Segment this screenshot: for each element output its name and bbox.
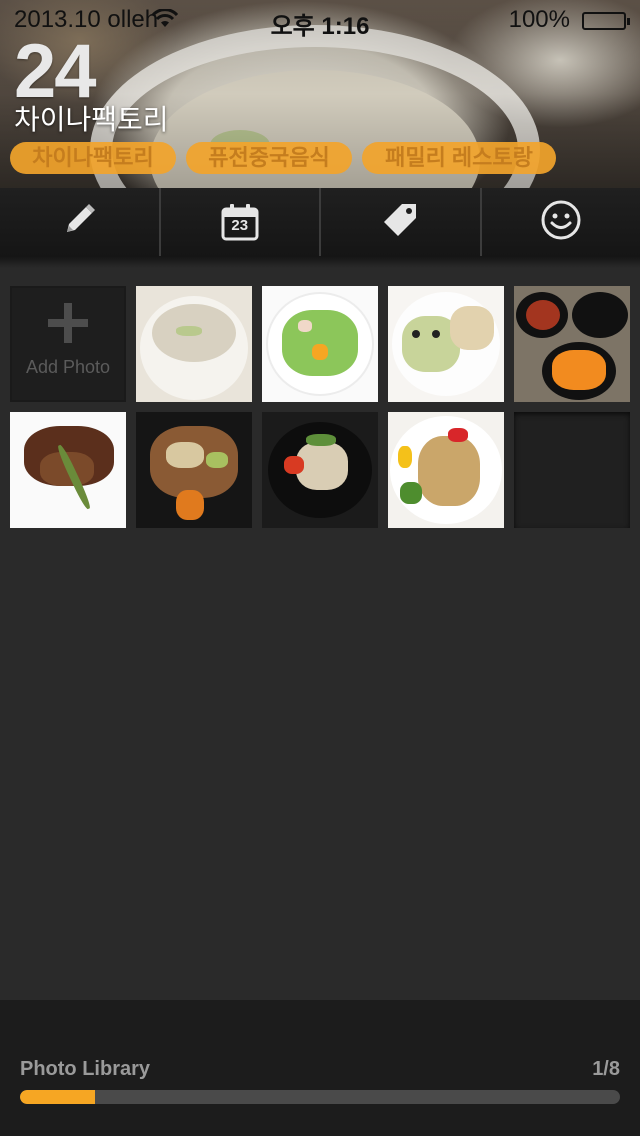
pencil-icon [59,200,99,245]
photo-library-panel: Photo Library 1/8 [0,1000,640,1136]
photo-thumbnail[interactable] [388,286,504,402]
tag-button[interactable] [321,188,482,256]
tag-chip[interactable]: 퓨전중국음식 [186,142,352,174]
calendar-icon: 23 [221,203,259,241]
photo-thumbnail[interactable] [388,412,504,528]
smiley-icon [540,199,582,246]
status-battery-percent: 100% [508,6,570,33]
add-photo-label: Add Photo [25,356,111,377]
photo-thumbnail[interactable] [262,412,378,528]
photo-thumbnail[interactable] [10,412,126,528]
battery-icon [582,12,630,30]
tag-chip[interactable]: 차이나팩토리 [10,142,176,174]
progress-fill [20,1090,95,1104]
edit-button[interactable] [0,188,161,256]
status-bar: 2013.10 olleh 오후 1:16 100% [0,0,640,40]
mood-button[interactable] [482,188,640,256]
photo-thumbnail[interactable] [514,286,630,402]
photo-thumbnail[interactable] [136,412,252,528]
photo-library-count: 1/8 [592,1058,620,1080]
date-button[interactable]: 23 [161,188,321,256]
tag-icon [380,200,420,245]
tag-chip[interactable]: 패밀리 레스토랑 [362,142,556,174]
photo-thumbnail[interactable] [262,286,378,402]
calendar-day: 23 [231,217,249,234]
entry-toolbar: 23 [0,188,640,256]
photo-thumbnail[interactable] [136,286,252,402]
photo-library-progress [20,1090,620,1104]
empty-photo-slot[interactable] [514,412,630,528]
photo-library-label: Photo Library [20,1058,151,1080]
plus-icon [48,302,88,343]
toolbar-shadow [0,256,640,268]
add-photo-button[interactable]: Add Photo [10,286,126,402]
restaurant-title: 차이나팩토리 [14,104,169,135]
